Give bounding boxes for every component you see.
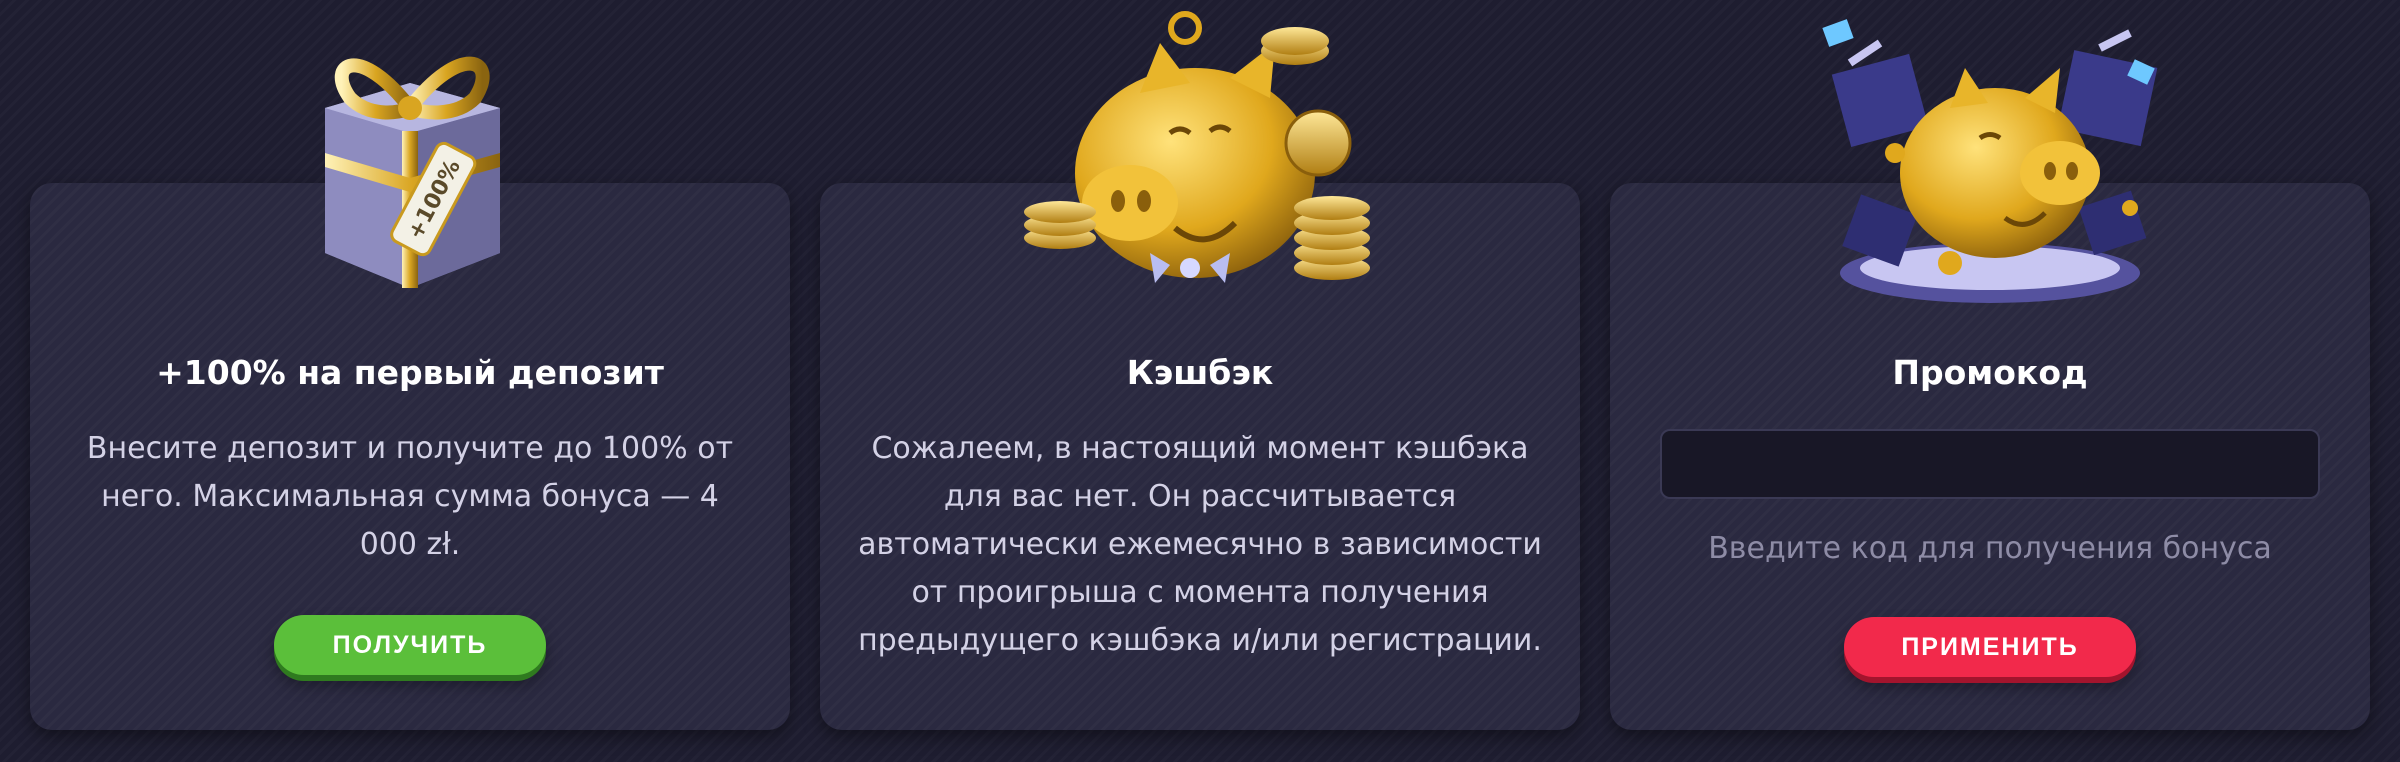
cashback-title: Кэшбэк [1126,353,1274,392]
deposit-bonus-description: Внесите депозит и получите до 100% от не… [86,431,734,562]
piggy-bank-coins-icon [1024,11,1370,283]
promo-code-hint: Введите код для получения бонуса [1708,531,2272,566]
promo-code-title: Промокод [1892,353,2088,392]
promo-code-card: Промокод Введите код для получения бонус… [1610,19,2370,730]
cashback-card: Кэшбэк Сожалеем, в настоящий момент кэшб… [820,11,1580,730]
apply-promo-button[interactable]: ПРИМЕНИТЬ [1844,617,2136,677]
gift-box-icon: +100% [325,56,500,288]
promo-code-input[interactable] [1660,429,2320,499]
deposit-bonus-card: +100% +100% на первый депозит Внесите де… [30,56,790,730]
piggy-bank-gifts-icon [1822,19,2158,303]
get-bonus-button[interactable]: ПОЛУЧИТЬ [274,615,546,675]
deposit-bonus-title: +100% на первый депозит [156,353,664,392]
cashback-description: Сожалеем, в настоящий момент кэшбэка для… [858,431,1542,658]
bonus-cards-row: +100% +100% на первый депозит Внесите де… [0,0,2400,762]
